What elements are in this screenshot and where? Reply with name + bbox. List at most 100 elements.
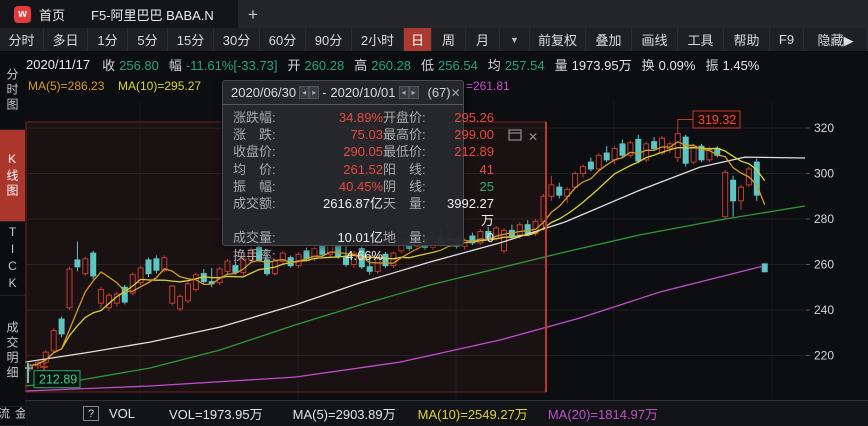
quote-date: 2020/11/17 — [26, 57, 90, 72]
step-forward-icon[interactable]: ▸ — [409, 86, 419, 99]
stat-label: 开盘价: — [383, 109, 447, 126]
quote-field: 开 260.28 — [287, 55, 344, 74]
new-tab-button[interactable]: + — [248, 6, 258, 23]
stat-value: 34.89% — [297, 109, 383, 126]
toolbar-button-9[interactable]: 日 — [404, 28, 432, 51]
sidebar-item-2[interactable]: TICK — [0, 222, 25, 296]
stat-value: 0 — [447, 229, 494, 246]
stat-label: 均 价: — [233, 161, 297, 178]
y-axis-label: 280 — [814, 212, 834, 226]
candle — [636, 139, 641, 161]
sidebar-item-3[interactable]: 成交明细 — [0, 296, 25, 407]
stat-label: 阴 线: — [383, 178, 447, 195]
toolbar-button-16[interactable]: 工具 — [678, 28, 724, 51]
volume-values: VOL=1973.95万 MA(5)=2903.89万 MA(10)=2549.27… — [135, 404, 658, 423]
toolbar-button-5[interactable]: 30分 — [214, 28, 260, 51]
step-back-icon[interactable]: ◂ — [299, 86, 309, 99]
period-toolbar: 分时多日1分5分15分30分60分90分2小时日周月▼前复权叠加画线工具帮助F9… — [0, 28, 868, 52]
stat-value: 40.45% — [297, 178, 383, 195]
field-value: 260.28 — [371, 58, 411, 73]
quote-field: 换0.09% — [642, 55, 696, 74]
selection-close-icon[interactable]: ✕ — [528, 130, 538, 144]
volume-legend-item: VOL=1973.95万 — [169, 404, 263, 423]
period-dropdown-icon[interactable]: ▼ — [500, 28, 530, 51]
interval-stats-header: 2020/06/30 ◂ ▸ - 2020/10/01 ◂ ▸ (67) ✕ — [223, 81, 463, 105]
low-price-label: 212.89 — [39, 373, 77, 387]
interval-end-stepper[interactable]: ◂ ▸ — [399, 86, 419, 99]
candle — [146, 260, 151, 274]
candle — [581, 167, 586, 174]
field-value: 1973.95万 — [572, 58, 632, 73]
toolbar-button-15[interactable]: 画线 — [632, 28, 678, 51]
sidebar-item-4[interactable]: 资金流向 — [0, 407, 25, 426]
stat-label: 收盘价: — [233, 143, 297, 160]
interval-start-stepper[interactable]: ◂ ▸ — [299, 86, 319, 99]
toolbar-button-10[interactable]: 周 — [432, 28, 466, 51]
toolbar-button-4[interactable]: 15分 — [168, 28, 214, 51]
candle — [75, 260, 80, 267]
y-axis-label: 320 — [814, 121, 834, 135]
y-axis-label: 260 — [814, 258, 834, 272]
stat-value: 3992.27万 — [447, 195, 494, 229]
toolbar-button-7[interactable]: 90分 — [306, 28, 352, 51]
interval-start-date: 2020/06/30 — [231, 85, 296, 100]
interval-bar-count: (67) — [428, 85, 451, 100]
stat-label: 最高价: — [383, 126, 447, 143]
y-axis-label: 300 — [814, 167, 834, 181]
toolbar-button-3[interactable]: 5分 — [128, 28, 168, 51]
field-value: 0.09% — [659, 58, 696, 73]
help-icon[interactable]: ? — [83, 406, 99, 421]
toolbar-button-14[interactable]: 叠加 — [586, 28, 632, 51]
stat-value: 299.00 — [447, 126, 494, 143]
popup-close-icon[interactable]: ✕ — [451, 86, 461, 100]
sidebar-item-1[interactable]: K线图 — [0, 130, 25, 222]
candle — [525, 225, 530, 234]
stat-label: 最低价: — [383, 143, 447, 160]
quote-field: 收256.80 — [102, 55, 159, 74]
interval-separator: - — [322, 85, 326, 100]
field-value: 256.54 — [438, 58, 478, 73]
field-label: 开 — [287, 58, 300, 73]
step-back-icon[interactable]: ◂ — [399, 86, 409, 99]
sidebar-item-0[interactable]: 分时图 — [0, 52, 25, 130]
field-value: 260.28 — [304, 58, 344, 73]
toolbar-button-2[interactable]: 1分 — [88, 28, 128, 51]
toolbar-button-19[interactable]: 隐藏▶ — [804, 28, 868, 51]
field-value: -11.61%[-33.73] — [186, 58, 278, 73]
tab-bar-spacer: + — [238, 0, 868, 28]
stock-terminal-window: w 首页 F5-阿里巴巴 BABA.N + 分时多日1分5分15分30分60分9… — [0, 0, 868, 426]
toolbar-button-0[interactable]: 分时 — [0, 28, 44, 51]
volume-indicator-label[interactable]: VOL — [109, 406, 135, 421]
toolbar-button-17[interactable]: 帮助 — [724, 28, 770, 51]
field-label: 振 — [705, 58, 718, 73]
toolbar-button-8[interactable]: 2小时 — [352, 28, 404, 51]
candle — [675, 134, 680, 158]
ma-legend-item: =261.81 — [466, 79, 510, 93]
field-value: 257.54 — [505, 58, 545, 73]
candle — [691, 146, 696, 162]
y-axis-label: 240 — [814, 303, 834, 317]
ma-legend-item: MA(10)=295.27 — [118, 79, 201, 93]
quote-field: 高260.28 — [354, 55, 411, 74]
candle — [557, 187, 562, 195]
stock-tab-baba[interactable]: F5-阿里巴巴 BABA.N — [91, 5, 214, 24]
volume-legend-item: MA(5)=2903.89万 — [293, 404, 396, 423]
candle — [723, 172, 728, 216]
toolbar-button-11[interactable]: 月 — [466, 28, 500, 51]
toolbar-button-18[interactable]: F9 — [770, 28, 804, 51]
quote-field: 低256.54 — [421, 55, 478, 74]
home-tab[interactable]: 首页 — [39, 5, 65, 24]
stat-label: 成交额: — [233, 195, 297, 229]
quote-fields: 收256.80幅-11.61%[-33.73]开260.28高260.28低25… — [102, 55, 769, 74]
candle — [91, 253, 96, 276]
toolbar-button-1[interactable]: 多日 — [44, 28, 88, 51]
app-logo-icon[interactable]: w — [14, 6, 31, 23]
volume-legend-item: MA(10)=2549.27万 — [418, 404, 528, 423]
toolbar-button-6[interactable]: 60分 — [260, 28, 306, 51]
step-forward-icon[interactable]: ▸ — [309, 86, 319, 99]
toolbar-button-13[interactable]: 前复权 — [530, 28, 586, 51]
field-label: 收 — [102, 58, 115, 73]
candle — [604, 153, 609, 160]
stat-value: 75.03 — [297, 126, 383, 143]
candle — [652, 142, 657, 149]
